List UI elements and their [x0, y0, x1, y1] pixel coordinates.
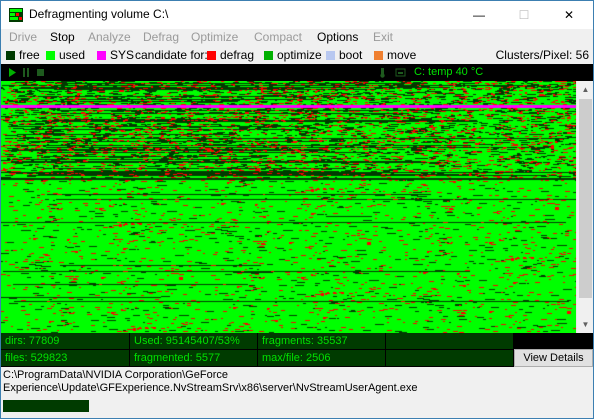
legend-used-label: used: [59, 48, 86, 62]
title-bar[interactable]: Defragmenting volume C:\ — ☐ ✕: [1, 1, 593, 29]
current-file-line-2: Experience\Update\GFExperience.NvStreamS…: [3, 382, 418, 394]
map-scrollbar[interactable]: ▲ ▼: [576, 81, 593, 333]
legend-sys-swatch: [97, 51, 106, 60]
temperature-readout: C: temp 40 °C: [414, 66, 484, 78]
current-file-path: C:\ProgramData\NVIDIA Corporation\GeForc…: [3, 369, 591, 395]
stats-panel: dirs: 77809 Used: 95145407/53% fragments…: [1, 333, 593, 367]
legend-free-label: free: [19, 48, 40, 62]
minimize-icon: —: [473, 8, 485, 22]
legend-candidate: candidate for:: [135, 48, 208, 62]
stat-used: Used: 95145407/53%: [130, 333, 257, 349]
pause-icon[interactable]: [21, 67, 32, 78]
legend-used-swatch: [46, 51, 55, 60]
current-file-line-1: C:\ProgramData\NVIDIA Corporation\GeForc…: [3, 369, 228, 381]
menu-exit[interactable]: Exit: [373, 30, 393, 44]
control-toolbar: C: temp 40 °C: [1, 64, 593, 81]
play-icon[interactable]: [7, 67, 18, 78]
legend-optimize-swatch: [264, 51, 273, 60]
legend-sys: SYS: [97, 48, 134, 62]
drive-icon: [395, 68, 406, 77]
view-details-button[interactable]: View Details: [514, 349, 593, 367]
temperature-icon: [380, 68, 385, 78]
defrag-window: Defragmenting volume C:\ — ☐ ✕ Drive Sto…: [0, 0, 594, 419]
menu-options[interactable]: Options: [317, 30, 358, 44]
menu-analyze[interactable]: Analyze: [88, 30, 131, 44]
color-legend: free used SYS candidate for: defrag opti…: [1, 46, 593, 64]
scroll-up-icon[interactable]: ▲: [577, 81, 594, 98]
stat-files: files: 529823: [1, 350, 129, 366]
menu-drive[interactable]: Drive: [9, 30, 37, 44]
stop-icon[interactable]: [35, 67, 46, 78]
stat-max-file: max/file: 2506: [258, 350, 385, 366]
legend-move-label: move: [387, 48, 417, 62]
legend-free-swatch: [6, 51, 15, 60]
legend-move: move: [374, 48, 416, 62]
menu-defrag[interactable]: Defrag: [143, 30, 179, 44]
stat-empty-1: [386, 333, 513, 349]
legend-used: used: [46, 48, 85, 62]
legend-boot-swatch: [326, 51, 335, 60]
legend-optimize: optimize: [264, 48, 322, 62]
legend-move-swatch: [374, 51, 383, 60]
cluster-map: [1, 81, 576, 333]
menu-compact[interactable]: Compact: [254, 30, 302, 44]
disk-icon: [9, 8, 23, 22]
scroll-down-icon[interactable]: ▼: [577, 316, 594, 333]
menu-optimize[interactable]: Optimize: [191, 30, 238, 44]
legend-free: free: [6, 48, 40, 62]
progress-bar: [3, 400, 89, 412]
legend-defrag: defrag: [207, 48, 254, 62]
maximize-icon: ☐: [518, 8, 530, 22]
legend-defrag-label: defrag: [220, 48, 255, 62]
menu-bar: Drive Stop Analyze Defrag Optimize Compa…: [1, 29, 593, 46]
legend-sys-label: SYS: [110, 48, 135, 62]
close-icon: ✕: [563, 8, 575, 22]
close-button[interactable]: ✕: [547, 1, 591, 29]
scroll-thumb[interactable]: [579, 99, 592, 298]
stat-empty-2: [386, 350, 513, 366]
stat-dirs: dirs: 77809: [1, 333, 129, 349]
maximize-button[interactable]: ☐: [502, 1, 546, 29]
legend-defrag-swatch: [207, 51, 216, 60]
menu-stop[interactable]: Stop: [50, 30, 75, 44]
minimize-button[interactable]: —: [457, 1, 501, 29]
legend-optimize-label: optimize: [277, 48, 322, 62]
window-title: Defragmenting volume C:\: [29, 7, 169, 21]
legend-boot-label: boot: [339, 48, 363, 62]
stat-fragmented: fragmented: 5577: [130, 350, 257, 366]
legend-boot: boot: [326, 48, 362, 62]
stat-fragments: fragments: 35537: [258, 333, 385, 349]
clusters-per-pixel: Clusters/Pixel: 56: [495, 48, 589, 62]
